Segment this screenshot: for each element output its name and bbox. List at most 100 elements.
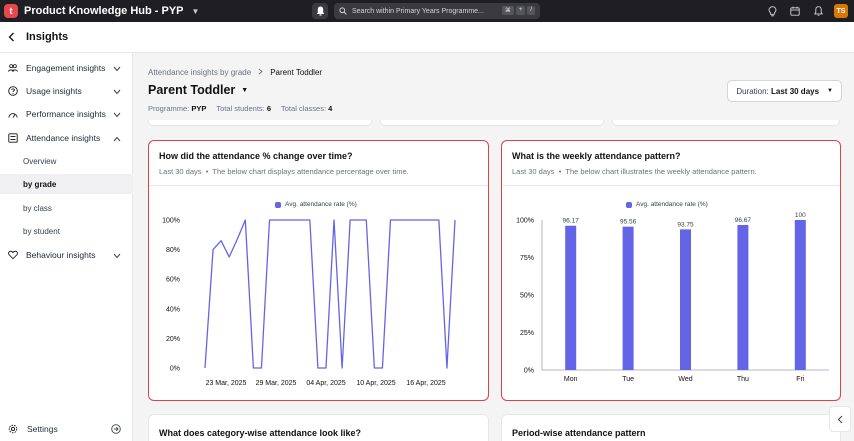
sidebar-settings[interactable]: Settings <box>0 419 133 439</box>
y-tick-label: 0% <box>524 368 534 375</box>
chevron-down-icon <box>113 87 121 97</box>
bar <box>565 225 577 370</box>
user-avatar[interactable]: TS <box>834 4 848 18</box>
summary-card-edge <box>380 120 604 126</box>
sidebar-item-performance[interactable]: Performance insights <box>0 104 133 124</box>
sidebar-subitem-by-grade[interactable]: by grade <box>0 174 133 194</box>
y-tick-label: 60% <box>166 277 180 284</box>
y-tick-label: 25% <box>520 330 534 337</box>
x-tick-label: 29 Mar, 2025 <box>256 380 297 387</box>
breadcrumb-parent[interactable]: Attendance insights by grade <box>148 68 251 77</box>
settings-label: Settings <box>27 424 58 434</box>
chevron-down-icon <box>113 64 121 74</box>
bar <box>622 226 634 370</box>
keyboard-shortcut: ⌘ + / <box>501 6 535 15</box>
bar-value-label: 100 <box>795 212 806 219</box>
bar-value-label: 95.56 <box>620 219 637 226</box>
weekly-bar-chart: 0% 25% 50% 75% 100% 96.17 Mon 95.56 Tue 93.75 Wed 9… <box>516 212 829 383</box>
sidebar-item-usage[interactable]: Usage insights <box>0 81 133 101</box>
breadcrumb: Attendance insights by grade Parent Todd… <box>148 68 322 77</box>
back-arrow-icon[interactable] <box>8 31 20 43</box>
page-title-text: Parent Toddler <box>148 83 236 97</box>
app-title[interactable]: Product Knowledge Hub - PYP <box>24 5 184 17</box>
x-tick-label: Tue <box>622 376 634 383</box>
attendance-trend-card: How did the attendance % change over tim… <box>148 140 489 401</box>
sidebar-subitem-by-student[interactable]: by student <box>0 221 133 241</box>
shortcut-key: + <box>515 6 526 15</box>
duration-dropdown[interactable]: Duration: Last 30 days ▼ <box>727 80 842 102</box>
breadcrumb-current: Parent Toddler <box>270 68 323 77</box>
chevron-down-icon <box>113 251 121 261</box>
sidebar-item-attendance[interactable]: Attendance insights <box>0 128 133 148</box>
sidebar-item-label: Attendance insights <box>26 133 101 143</box>
students-label: Total students: <box>216 104 265 113</box>
sidebar-item-engagement[interactable]: Engagement insights <box>0 58 133 78</box>
chevron-down-icon[interactable]: ▼ <box>192 7 200 16</box>
bar-value-label: 96.67 <box>735 217 752 224</box>
gear-icon <box>8 424 18 434</box>
arrow-right-circle-icon[interactable] <box>111 424 121 436</box>
search-icon <box>339 7 347 15</box>
sidebar-item-label: Performance insights <box>26 109 106 119</box>
programme-label: Programme: <box>148 104 190 113</box>
x-tick-label: Fri <box>796 376 805 383</box>
notification-app-icon[interactable] <box>312 3 328 19</box>
sidebar-item-label: Usage insights <box>26 86 82 96</box>
sidebar-subitem-overview[interactable]: Overview <box>0 151 133 171</box>
programme-value: PYP <box>191 104 207 113</box>
sidebar-item-label: Behaviour insights <box>26 250 96 260</box>
sidebar-item-behaviour[interactable]: Behaviour insights <box>0 245 133 265</box>
bar <box>794 220 806 370</box>
search-input[interactable]: Search within Primary Years Programme...… <box>334 3 540 19</box>
app-logo[interactable]: t <box>4 4 18 18</box>
category-attendance-card: What does category-wise attendance look … <box>148 414 489 441</box>
clipboard-icon <box>8 133 18 143</box>
bar-value-label: 96.17 <box>563 218 580 225</box>
main-content: Attendance insights by grade Parent Todd… <box>134 53 854 441</box>
y-tick-label: 0% <box>170 366 180 373</box>
heart-icon <box>8 250 18 260</box>
series-line <box>204 219 456 369</box>
duration-label: Duration: <box>736 86 769 96</box>
y-tick-label: 50% <box>520 293 534 300</box>
panel-toggle-button[interactable] <box>829 406 851 432</box>
card-title: What does category-wise attendance look … <box>159 428 362 438</box>
sidebar-subitem-by-class[interactable]: by class <box>0 198 133 218</box>
chevron-up-icon <box>113 134 121 144</box>
bar <box>680 229 691 370</box>
classes-value: 4 <box>328 104 333 113</box>
bar-value-label: 93.75 <box>677 221 694 228</box>
calendar-icon[interactable] <box>788 4 802 18</box>
bell-icon[interactable] <box>811 4 825 18</box>
lightbulb-icon[interactable] <box>765 4 779 18</box>
caret-down-icon: ▼ <box>241 86 249 94</box>
period-attendance-card: Period-wise attendance pattern <box>501 414 841 441</box>
summary-card-edge <box>148 120 372 126</box>
y-tick-label: 40% <box>166 306 180 313</box>
shortcut-key: / <box>527 6 535 15</box>
duration-value: Last 30 days <box>771 86 820 96</box>
card-title: Period-wise attendance pattern <box>512 428 646 438</box>
people-icon <box>8 63 18 73</box>
page-title[interactable]: Parent Toddler ▼ <box>148 83 248 97</box>
y-tick-label: 80% <box>166 247 180 254</box>
x-tick-label: 23 Mar, 2025 <box>206 380 247 387</box>
page-meta: Programme: PYP Total students: 6 Total c… <box>148 104 332 113</box>
x-tick-label: Thu <box>737 376 749 383</box>
top-bar: t Product Knowledge Hub - PYP ▼ Search w… <box>0 0 854 22</box>
app-logo-letter: t <box>9 6 13 16</box>
sidebar-item-label: Engagement insights <box>26 63 106 73</box>
caret-down-icon: ▼ <box>827 88 833 94</box>
chevron-down-icon <box>113 110 121 120</box>
y-tick-label: 75% <box>520 255 534 262</box>
x-tick-label: Mon <box>564 376 578 383</box>
attendance-line-chart: 0% 20% 40% 60% 80% 100% 23 Mar, 2025 29 Mar, 20… <box>162 218 456 387</box>
chevron-left-icon <box>837 415 843 423</box>
classes-label: Total classes: <box>281 104 327 113</box>
chevron-right-icon <box>258 68 263 77</box>
x-tick-label: 16 Apr, 2025 <box>406 380 445 387</box>
x-tick-label: Wed <box>678 376 692 383</box>
sidebar: Engagement insights Usage insights Perfo… <box>0 53 133 441</box>
bar <box>737 224 749 370</box>
summary-card-edge <box>612 120 840 126</box>
